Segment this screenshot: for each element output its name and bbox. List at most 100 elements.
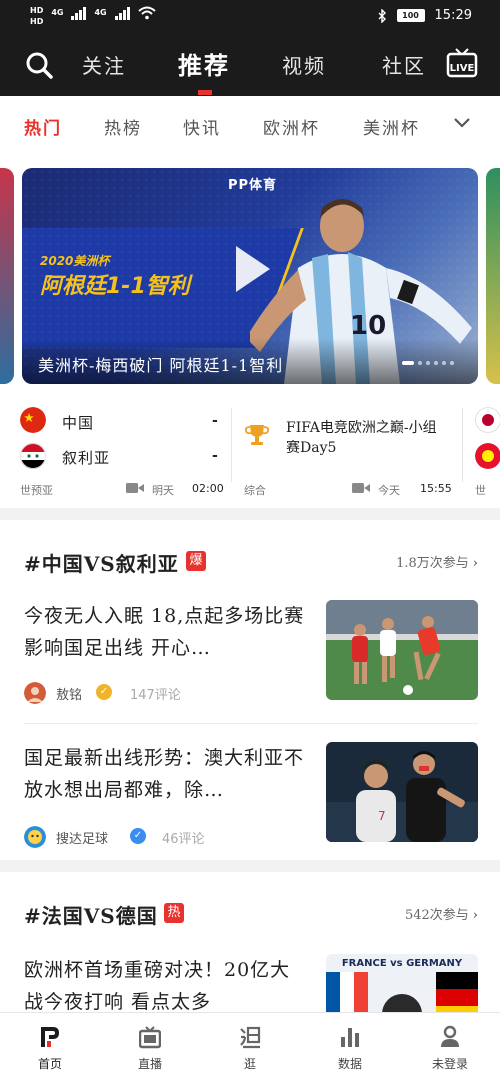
tab-follow[interactable]: 关注	[82, 50, 126, 79]
live-label: LIVE	[450, 63, 475, 74]
match-card-fifa-esports[interactable]: FIFA电竞欧洲之巅-小组赛Day5 综合 今天 15:55	[232, 396, 462, 508]
thumbnail-caption: FRANCE vs GERMANY	[342, 958, 463, 969]
topic-section-china-syria: #中国VS叙利亚 爆 1.8万次参与 › 今夜无人入眠 18,点起多场比赛影响国足…	[0, 520, 500, 860]
play-icon[interactable]	[232, 244, 272, 294]
tab-home[interactable]: 首页	[0, 1013, 100, 1082]
comment-count: 46评论	[162, 832, 205, 847]
wifi-icon	[137, 6, 156, 20]
chevron-right-icon: ›	[472, 556, 478, 571]
top-nav: 关注 推荐 视频 社区 LIVE	[0, 44, 500, 95]
chevron-down-icon[interactable]	[452, 116, 472, 130]
carousel-prev-slide[interactable]	[0, 168, 14, 384]
signal-2-icon	[114, 6, 130, 20]
hot-badge: 热	[164, 903, 184, 923]
verified-gold-icon: ✓	[96, 684, 112, 700]
article-title: 国足最新出线形势：澳大利亚不放水想出局都难，除…	[24, 747, 305, 801]
active-tab-indicator	[198, 90, 212, 95]
sim2-label: HD	[30, 17, 44, 26]
match-card-china-syria[interactable]: 中国 - 叙利亚 - 世预亚 明天 02:00	[0, 396, 231, 508]
author-avatar[interactable]	[24, 826, 46, 848]
comment-count: 147评论	[130, 688, 181, 703]
china-flag-icon	[20, 407, 46, 433]
article-item[interactable]: 欧洲杯首场重磅对决！20亿大战今夜打响 看点太多 FRANCE vs GERMA…	[0, 954, 500, 1012]
article-title: 欧洲杯首场重磅对决！20亿大战今夜打响 看点太多	[24, 959, 291, 1012]
match-scores-strip: 中国 - 叙利亚 - 世预亚 明天 02:00 FIFA电竞欧洲之巅-小组赛Da…	[0, 396, 500, 508]
chevron-right-icon: ›	[472, 908, 478, 923]
topic-participants[interactable]: 1.8万次参与 ›	[396, 552, 478, 571]
away-team-name: 叙利亚	[62, 449, 111, 467]
home-logo-icon	[41, 1027, 59, 1047]
category-ranking[interactable]: 热榜	[104, 114, 142, 139]
author-avatar[interactable]	[24, 682, 46, 704]
bottom-tab-bar: 首页 直播 逛 数据 未登录	[0, 1012, 500, 1082]
league-label: 综合	[244, 484, 266, 497]
status-right: 100 15:29	[377, 8, 472, 23]
japan-flag-icon	[475, 407, 500, 433]
sim1-label: HD	[30, 6, 44, 15]
carousel-next-slide[interactable]	[486, 168, 500, 384]
tab-profile-label: 未登录	[431, 1057, 468, 1071]
article-item[interactable]: 国足最新出线形势：澳大利亚不放水想出局都难，除… 7 搜达足球 ✓ 46评论	[0, 742, 500, 884]
syria-flag-icon	[20, 443, 46, 469]
event-title: FIFA电竞欧洲之巅-小组赛Day5	[286, 420, 437, 456]
network-2-label: 4G	[94, 8, 107, 17]
tab-browse[interactable]: 逛	[200, 1013, 300, 1082]
topic-title[interactable]: #法国VS德国	[24, 900, 158, 929]
participants-count: 1.8万次参与	[396, 556, 469, 571]
video-camera-icon	[126, 483, 144, 493]
category-news[interactable]: 快讯	[183, 114, 221, 139]
tab-live[interactable]: 直播	[100, 1013, 200, 1082]
tab-video[interactable]: 视频	[282, 50, 326, 79]
user-icon	[441, 1025, 459, 1047]
sim-labels: HD HD	[30, 6, 43, 26]
league-label: 世	[475, 484, 486, 497]
category-euro[interactable]: 欧洲杯	[263, 114, 320, 139]
category-copa[interactable]: 美洲杯	[363, 114, 420, 139]
tab-data-label: 数据	[337, 1057, 362, 1071]
svg-text:7: 7	[378, 809, 386, 823]
home-team-name: 中国	[62, 414, 95, 432]
tab-home-label: 首页	[37, 1057, 62, 1071]
author-name[interactable]: 搜达足球	[56, 828, 108, 847]
top-header: HD HD 4G 4G 100 15:29 关注 推荐 视频 社区 LIVE	[0, 0, 500, 96]
match-card-next[interactable]: 世	[463, 396, 500, 508]
banner-slide[interactable]: PP体育 2020美洲杯 阿根廷1-1智利 10 美洲杯-梅西破门 阿根廷1-1…	[22, 168, 478, 384]
tab-data[interactable]: 数据	[300, 1013, 400, 1082]
tab-profile[interactable]: 未登录	[400, 1013, 500, 1082]
article-thumbnail	[326, 600, 478, 700]
league-label: 世预亚	[20, 484, 53, 497]
match-time: 15:55	[420, 482, 452, 495]
article-title: 今夜无人入眠 18,点起多场比赛影响国足出线 开心…	[24, 605, 305, 659]
signal-1-icon	[71, 6, 87, 20]
network-1-label: 4G	[51, 8, 64, 17]
bar-chart-icon	[341, 1028, 359, 1047]
browse-icon	[240, 1026, 261, 1049]
article-item[interactable]: 今夜无人入眠 18,点起多场比赛影响国足出线 开心… 敖铭 ✓ 147评论	[0, 600, 500, 742]
jersey-number: 10	[350, 311, 386, 341]
topic-participants[interactable]: 542次参与 ›	[405, 904, 478, 923]
tab-live-label: 直播	[137, 1057, 162, 1071]
verified-blue-icon: ✓	[130, 828, 146, 844]
match-day: 明天	[152, 484, 174, 497]
tab-recommend[interactable]: 推荐	[178, 46, 230, 81]
bluetooth-icon	[378, 8, 386, 23]
match-time: 02:00	[192, 482, 224, 495]
clock: 15:29	[434, 8, 472, 23]
live-tv-icon[interactable]: LIVE	[446, 48, 478, 78]
match-day: 今天	[378, 484, 400, 497]
tab-community[interactable]: 社区	[382, 50, 426, 79]
topic-title[interactable]: #中国VS叙利亚	[24, 548, 179, 577]
category-hot[interactable]: 热门	[24, 114, 62, 139]
carousel-dots	[402, 361, 454, 365]
search-icon[interactable]	[24, 50, 54, 80]
away-team-score: -	[212, 448, 218, 464]
category-row: 热门 热榜 快讯 欧洲杯 美洲杯	[0, 96, 500, 156]
banner-headline: 阿根廷1-1智利	[40, 274, 190, 299]
article-thumbnail: FRANCE vs GERMANY	[326, 954, 478, 1012]
banner-caption: 美洲杯-梅西破门 阿根廷1-1智利	[38, 356, 284, 375]
signal-indicators: HD HD 4G 4G	[30, 6, 156, 26]
author-name[interactable]: 敖铭	[56, 684, 82, 703]
banner-year-tag: 2020美洲杯	[40, 254, 110, 268]
tv-icon	[139, 1026, 161, 1049]
divider	[24, 723, 478, 724]
